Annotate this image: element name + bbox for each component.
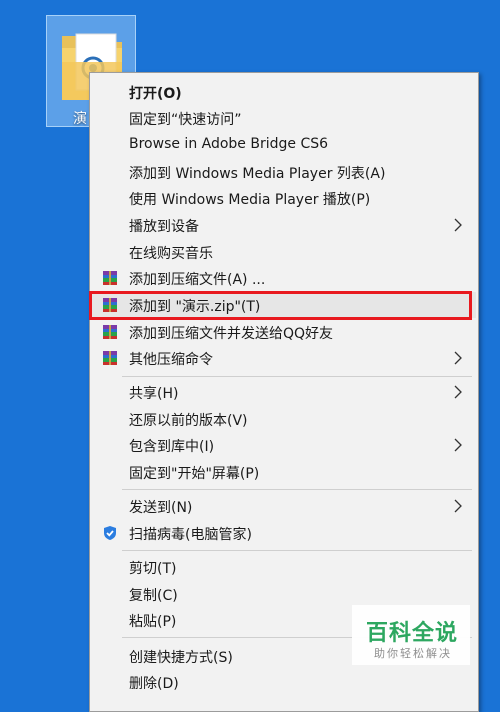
menu-item-open[interactable]: 打开(O) xyxy=(92,79,476,105)
menu-item-label: 共享(H) xyxy=(129,386,179,402)
menu-item-buy-music[interactable]: 在线购买音乐 xyxy=(92,239,476,265)
menu-item-label: 包含到库中(I) xyxy=(129,439,215,455)
menu-item-add-wmp-list[interactable]: 添加到 Windows Media Player 列表(A) xyxy=(92,159,476,185)
menu-item-pin-quick-access[interactable]: 固定到“快速访问” xyxy=(92,105,476,131)
menu-item-include-library[interactable]: 包含到库中(I) xyxy=(92,432,476,458)
menu-item-label: 添加到压缩文件(A) ... xyxy=(129,272,266,288)
menu-item-label: Browse in Adobe Bridge CS6 xyxy=(129,136,329,152)
menu-item-label: 在线购买音乐 xyxy=(129,246,213,262)
menu-item-label: 复制(C) xyxy=(129,588,178,604)
menu-item-label: 固定到“快速访问” xyxy=(129,112,242,128)
menu-item-add-to-archive[interactable]: 添加到压缩文件(A) ... xyxy=(92,265,476,291)
menu-item-label: 固定到"开始"屏幕(P) xyxy=(129,466,260,482)
menu-item-copy[interactable]: 复制(C) xyxy=(92,581,476,607)
chevron-right-icon xyxy=(454,438,462,452)
winrar-icon xyxy=(103,271,117,285)
menu-item-label: 播放到设备 xyxy=(129,219,199,235)
menu-separator xyxy=(122,550,472,551)
watermark-subtitle: 助你轻松解决 xyxy=(374,647,452,660)
menu-item-label: 打开(O) xyxy=(129,86,182,102)
menu-item-label: 添加到压缩文件并发送给QQ好友 xyxy=(129,326,334,342)
menu-item-label: 添加到 Windows Media Player 列表(A) xyxy=(129,166,386,182)
chevron-right-icon xyxy=(454,499,462,513)
menu-item-label: 创建快捷方式(S) xyxy=(129,650,233,666)
chevron-right-icon xyxy=(454,385,462,399)
menu-item-browse-bridge[interactable]: Browse in Adobe Bridge CS6 xyxy=(92,132,476,158)
winrar-icon xyxy=(103,325,117,339)
menu-separator xyxy=(122,376,472,377)
menu-item-label: 扫描病毒(电脑管家) xyxy=(129,527,252,543)
shield-icon xyxy=(104,526,116,540)
menu-item-delete[interactable]: 删除(D) xyxy=(92,669,476,695)
menu-item-virus-scan[interactable]: 扫描病毒(电脑管家) xyxy=(92,520,476,546)
menu-item-label: 发送到(N) xyxy=(129,500,193,516)
menu-item-label: 删除(D) xyxy=(129,676,179,692)
menu-item-restore-versions[interactable]: 还原以前的版本(V) xyxy=(92,406,476,432)
menu-item-label: 剪切(T) xyxy=(129,561,177,577)
menu-item-label: 还原以前的版本(V) xyxy=(129,413,248,429)
menu-item-play-wmp[interactable]: 使用 Windows Media Player 播放(P) xyxy=(92,185,476,211)
winrar-icon xyxy=(103,298,117,312)
menu-item-add-to-zip[interactable]: 添加到 "演示.zip"(T) xyxy=(92,292,476,318)
watermark-title: 百科全说 xyxy=(366,621,459,646)
folder-label: 演 xyxy=(73,111,87,127)
menu-item-label: 添加到 "演示.zip"(T) xyxy=(129,299,261,315)
menu-item-other-compress[interactable]: 其他压缩命令 xyxy=(92,345,476,371)
menu-item-cut[interactable]: 剪切(T) xyxy=(92,554,476,580)
menu-item-label: 其他压缩命令 xyxy=(129,352,213,368)
menu-separator xyxy=(122,489,472,490)
menu-item-label: 使用 Windows Media Player 播放(P) xyxy=(129,192,371,208)
menu-item-pin-start[interactable]: 固定到"开始"屏幕(P) xyxy=(92,459,476,485)
menu-item-cast-to-device[interactable]: 播放到设备 xyxy=(92,212,476,238)
winrar-icon xyxy=(103,351,117,365)
menu-item-archive-send-qq[interactable]: 添加到压缩文件并发送给QQ好友 xyxy=(92,319,476,345)
watermark: 百科全说 助你轻松解决 xyxy=(352,605,470,665)
chevron-right-icon xyxy=(454,351,462,365)
menu-item-label: 粘贴(P) xyxy=(129,614,177,630)
menu-item-share[interactable]: 共享(H) xyxy=(92,379,476,405)
chevron-right-icon xyxy=(454,218,462,232)
menu-item-send-to[interactable]: 发送到(N) xyxy=(92,493,476,519)
